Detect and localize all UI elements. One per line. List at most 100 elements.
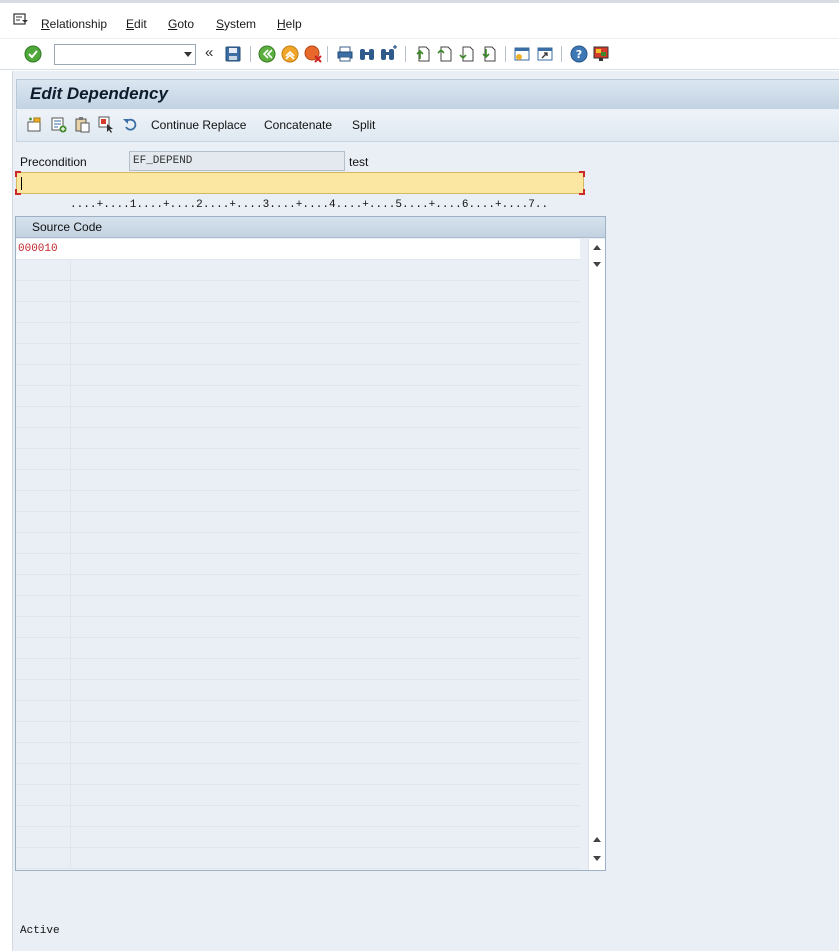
focus-corner <box>579 171 585 177</box>
editor-line[interactable] <box>16 428 580 449</box>
help-icon[interactable]: ? <box>570 45 588 63</box>
application-toolbar: Continue Replace Concatenate Split <box>16 110 839 142</box>
menu-system[interactable]: System <box>216 17 256 31</box>
svg-text:?: ? <box>576 48 582 61</box>
insert-line-icon[interactable] <box>26 116 43 133</box>
menu-edit[interactable]: Edit <box>126 17 147 31</box>
editor-line[interactable] <box>16 344 580 365</box>
next-page-icon[interactable] <box>458 45 476 63</box>
line-number: 000010 <box>16 239 71 260</box>
menu-goto[interactable]: Goto <box>168 17 194 31</box>
undo-icon[interactable] <box>122 116 139 133</box>
last-page-icon[interactable] <box>480 45 498 63</box>
line-number <box>16 659 71 680</box>
editor-line[interactable] <box>16 722 580 743</box>
line-number <box>16 533 71 554</box>
editor-line[interactable] <box>16 302 580 323</box>
editor-line[interactable] <box>16 323 580 344</box>
toolbar-separator <box>327 46 328 62</box>
editor-line[interactable] <box>16 848 580 869</box>
menu-help[interactable]: Help <box>277 17 302 31</box>
first-page-icon[interactable] <box>414 45 432 63</box>
split-button[interactable]: Split <box>352 118 375 132</box>
editor-line[interactable] <box>16 827 580 848</box>
save-icon[interactable] <box>224 45 242 63</box>
editor-line[interactable] <box>16 596 580 617</box>
editor-line[interactable] <box>16 806 580 827</box>
editor-command-line[interactable] <box>15 171 585 195</box>
enter-check-icon[interactable] <box>24 45 42 63</box>
print-icon[interactable] <box>336 45 354 63</box>
editor-line[interactable] <box>16 386 580 407</box>
editor-line[interactable] <box>16 680 580 701</box>
page-title: Edit Dependency <box>30 84 168 103</box>
editor-line[interactable]: 000010 <box>16 239 580 260</box>
editor-line[interactable] <box>16 743 580 764</box>
editor-line[interactable] <box>16 533 580 554</box>
menu-relationship[interactable]: Relationship <box>41 17 107 31</box>
scroll-down-icon[interactable] <box>593 262 601 267</box>
editor-line[interactable] <box>16 554 580 575</box>
append-line-icon[interactable] <box>50 116 67 133</box>
find-next-icon[interactable] <box>380 45 398 63</box>
menu-accel: R <box>41 17 50 31</box>
collapse-command-icon[interactable]: « <box>205 44 213 61</box>
paste-icon[interactable] <box>74 116 91 133</box>
command-field[interactable] <box>54 44 196 65</box>
menu-label: elp <box>285 17 302 31</box>
editor-line[interactable] <box>16 470 580 491</box>
editor-line[interactable] <box>16 764 580 785</box>
line-number-text: 000010 <box>18 243 58 255</box>
line-number <box>16 827 71 848</box>
editor-header: Source Code <box>16 217 605 238</box>
find-icon[interactable] <box>358 45 376 63</box>
select-block-icon[interactable] <box>98 116 115 133</box>
scroll-up-icon[interactable] <box>593 245 601 250</box>
editor-line[interactable] <box>16 617 580 638</box>
scroll-down-icon[interactable] <box>593 856 601 861</box>
editor-line[interactable] <box>16 281 580 302</box>
editor-line[interactable] <box>16 785 580 806</box>
line-number <box>16 302 71 323</box>
editor-line[interactable] <box>16 575 580 596</box>
menu-label: ystem <box>224 17 257 31</box>
line-number <box>16 260 71 281</box>
create-session-icon[interactable] <box>513 45 531 63</box>
toolbar-separator <box>505 46 506 62</box>
exit-icon[interactable] <box>281 45 299 63</box>
command-input[interactable] <box>55 45 175 64</box>
editor-line[interactable] <box>16 512 580 533</box>
editor-line[interactable] <box>16 701 580 722</box>
vertical-scrollbar[interactable] <box>588 239 605 870</box>
line-number <box>16 785 71 806</box>
editor-line[interactable] <box>16 659 580 680</box>
editor-line[interactable] <box>16 260 580 281</box>
line-number <box>16 491 71 512</box>
line-number <box>16 554 71 575</box>
line-number <box>16 323 71 344</box>
menu-label: elationship <box>49 17 108 31</box>
cancel-icon[interactable] <box>304 45 322 63</box>
line-number <box>16 680 71 701</box>
editor-line[interactable] <box>16 638 580 659</box>
back-icon[interactable] <box>258 45 276 63</box>
editor-line[interactable] <box>16 407 580 428</box>
chevron-down-icon[interactable] <box>184 52 192 57</box>
previous-page-icon[interactable] <box>436 45 454 63</box>
shortcut-icon[interactable] <box>536 45 554 63</box>
line-number <box>16 470 71 491</box>
line-number <box>16 365 71 386</box>
line-number <box>16 701 71 722</box>
scroll-up-icon[interactable] <box>593 837 601 842</box>
continue-replace-button[interactable]: Continue Replace <box>151 118 246 132</box>
toolbar-separator <box>250 46 251 62</box>
line-number <box>16 743 71 764</box>
editor-line[interactable] <box>16 449 580 470</box>
customize-layout-icon[interactable] <box>592 45 610 63</box>
system-menu-icon[interactable] <box>13 12 29 28</box>
editor-line[interactable] <box>16 365 580 386</box>
editor-line[interactable] <box>16 491 580 512</box>
title-bar: Edit Dependency <box>16 79 839 109</box>
concatenate-button[interactable]: Concatenate <box>264 118 332 132</box>
line-number <box>16 386 71 407</box>
